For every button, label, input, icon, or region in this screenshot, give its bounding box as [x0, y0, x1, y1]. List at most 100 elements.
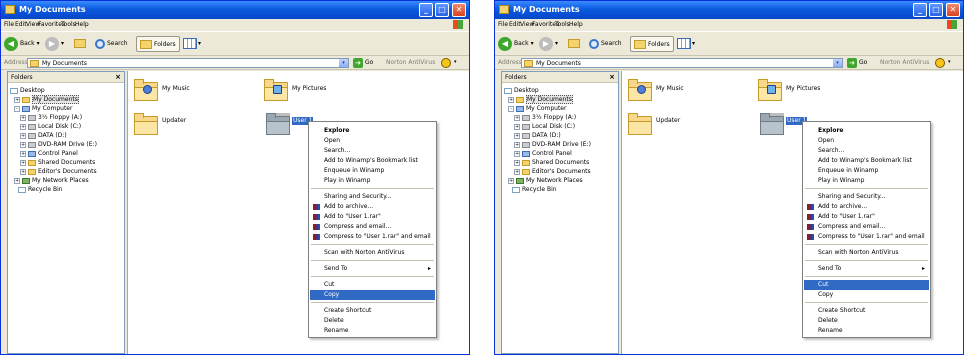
- menu-item-explore[interactable]: Explore: [310, 126, 435, 136]
- expand-toggle-icon[interactable]: +: [514, 141, 520, 148]
- tree-item[interactable]: + My Network Places: [14, 176, 89, 185]
- address-input[interactable]: My Documents ▾: [27, 58, 349, 68]
- go-button[interactable]: Go: [365, 59, 373, 66]
- minimize-button[interactable]: _: [419, 3, 433, 17]
- expand-toggle-icon[interactable]: +: [20, 114, 26, 121]
- views-button[interactable]: ▾: [677, 36, 695, 52]
- menu-item-create-shortcut[interactable]: Create Shortcut: [310, 306, 435, 316]
- tree-item[interactable]: + Control Panel: [514, 149, 572, 158]
- norton-dropdown-icon[interactable]: ▾: [948, 59, 951, 65]
- tree-item[interactable]: - My Computer: [14, 104, 72, 113]
- menu-item-rename[interactable]: Rename: [804, 326, 929, 336]
- expand-toggle-icon[interactable]: +: [514, 132, 520, 139]
- menu-file[interactable]: File: [498, 21, 508, 29]
- tree-item[interactable]: + Control Panel: [20, 149, 78, 158]
- menu-item-compress-and-email[interactable]: Compress and email...: [804, 222, 929, 232]
- menu-item-compress-to-rar-and-email[interactable]: Compress to "User 1.rar" and email: [804, 232, 929, 242]
- go-arrow-icon[interactable]: ➔: [353, 58, 363, 68]
- menu-item-add-to-user1-rar[interactable]: Add to "User 1.rar": [310, 212, 435, 222]
- minimize-button[interactable]: _: [913, 3, 927, 17]
- address-dropdown-icon[interactable]: ▾: [833, 59, 842, 67]
- tree-item[interactable]: + DVD-RAM Drive (E:): [20, 140, 97, 149]
- norton-icon[interactable]: [441, 58, 451, 68]
- expand-toggle-icon[interactable]: +: [514, 168, 520, 175]
- tree-item[interactable]: + Editor's Documents: [514, 167, 591, 176]
- tree-item[interactable]: + My Documents: [508, 95, 573, 104]
- forward-dropdown-icon[interactable]: ▾: [61, 40, 64, 47]
- menu-item-enqueue-in-winamp[interactable]: Enqueue in Winamp: [310, 166, 435, 176]
- menu-item-sharing-and-security[interactable]: Sharing and Security...: [804, 192, 929, 202]
- menu-item-compress-and-email[interactable]: Compress and email...: [310, 222, 435, 232]
- forward-button[interactable]: ▶ ▾: [539, 36, 558, 52]
- expand-toggle-icon[interactable]: +: [20, 150, 26, 157]
- tree-item[interactable]: + Shared Documents: [514, 158, 589, 167]
- norton-icon[interactable]: [935, 58, 945, 68]
- tree-item[interactable]: Recycle Bin: [18, 185, 63, 194]
- expand-toggle-icon[interactable]: +: [20, 159, 26, 166]
- tree-item[interactable]: Desktop: [10, 86, 45, 95]
- tree-item[interactable]: Desktop: [504, 86, 539, 95]
- tree-item[interactable]: Recycle Bin: [512, 185, 557, 194]
- expand-toggle-icon[interactable]: +: [14, 177, 20, 184]
- menu-item-open[interactable]: Open: [804, 136, 929, 146]
- menu-item-send-to[interactable]: Send To ▸: [310, 264, 435, 274]
- maximize-button[interactable]: □: [929, 3, 943, 17]
- menu-item-compress-to-rar-and-email[interactable]: Compress to "User 1.rar" and email: [310, 232, 435, 242]
- menu-edit[interactable]: Edit: [509, 21, 521, 29]
- folders-button[interactable]: Folders: [136, 36, 180, 52]
- address-dropdown-icon[interactable]: ▾: [339, 59, 348, 67]
- menu-file[interactable]: File: [4, 21, 14, 29]
- expand-toggle-icon[interactable]: +: [514, 114, 520, 121]
- tree-item[interactable]: - My Computer: [508, 104, 566, 113]
- maximize-button[interactable]: □: [435, 3, 449, 17]
- tree-item[interactable]: + DATA (D:): [20, 131, 67, 140]
- menu-item-play-in-winamp[interactable]: Play in Winamp: [804, 176, 929, 186]
- menu-item-add-to-winamp-bookmark[interactable]: Add to Winamp's Bookmark list: [804, 156, 929, 166]
- expand-toggle-icon[interactable]: +: [514, 123, 520, 130]
- menu-item-delete[interactable]: Delete: [310, 316, 435, 326]
- back-dropdown-icon[interactable]: ▾: [37, 40, 40, 47]
- menu-item-rename[interactable]: Rename: [310, 326, 435, 336]
- menu-item-cut[interactable]: Cut: [804, 280, 929, 290]
- title-bar[interactable]: My Documents _ □ ✕: [1, 1, 469, 19]
- go-button[interactable]: Go: [859, 59, 867, 66]
- menu-item-create-shortcut[interactable]: Create Shortcut: [804, 306, 929, 316]
- title-bar[interactable]: My Documents _ □ ✕: [495, 1, 963, 19]
- tree-item[interactable]: + My Network Places: [508, 176, 583, 185]
- collapse-toggle-icon[interactable]: -: [508, 105, 514, 112]
- menu-item-add-to-archive[interactable]: Add to archive...: [310, 202, 435, 212]
- menu-edit[interactable]: Edit: [15, 21, 27, 29]
- tree-item[interactable]: + DVD-RAM Drive (E:): [514, 140, 591, 149]
- expand-toggle-icon[interactable]: +: [514, 159, 520, 166]
- menu-item-copy[interactable]: Copy: [310, 290, 435, 300]
- views-dropdown-icon[interactable]: ▾: [198, 40, 201, 47]
- tree-item[interactable]: + Local Disk (C:): [20, 122, 81, 131]
- expand-toggle-icon[interactable]: +: [508, 177, 514, 184]
- back-button[interactable]: ◀ Back ▾: [498, 36, 534, 52]
- menu-item-sharing-and-security[interactable]: Sharing and Security...: [310, 192, 435, 202]
- back-dropdown-icon[interactable]: ▾: [531, 40, 534, 47]
- norton-dropdown-icon[interactable]: ▾: [454, 59, 457, 65]
- tree-item[interactable]: + Editor's Documents: [20, 167, 97, 176]
- menu-item-add-to-archive[interactable]: Add to archive...: [804, 202, 929, 212]
- menu-item-open[interactable]: Open: [310, 136, 435, 146]
- collapse-toggle-icon[interactable]: -: [14, 105, 20, 112]
- menu-item-explore[interactable]: Explore: [804, 126, 929, 136]
- expand-toggle-icon[interactable]: +: [20, 132, 26, 139]
- menu-help[interactable]: Help: [569, 21, 583, 29]
- folders-button[interactable]: Folders: [630, 36, 674, 52]
- back-button[interactable]: ◀ Back ▾: [4, 36, 40, 52]
- forward-dropdown-icon[interactable]: ▾: [555, 40, 558, 47]
- expand-toggle-icon[interactable]: +: [508, 96, 514, 103]
- menu-item-send-to[interactable]: Send To ▸: [804, 264, 929, 274]
- close-button[interactable]: ✕: [946, 3, 960, 17]
- close-button[interactable]: ✕: [452, 3, 466, 17]
- folders-pane-close-button[interactable]: ×: [115, 73, 121, 81]
- expand-toggle-icon[interactable]: +: [514, 150, 520, 157]
- forward-button[interactable]: ▶ ▾: [45, 36, 64, 52]
- up-folder-button[interactable]: [565, 36, 582, 52]
- menu-help[interactable]: Help: [75, 21, 89, 29]
- tree-item[interactable]: + Shared Documents: [20, 158, 95, 167]
- menu-item-add-to-user1-rar[interactable]: Add to "User 1.rar": [804, 212, 929, 222]
- up-folder-button[interactable]: [71, 36, 88, 52]
